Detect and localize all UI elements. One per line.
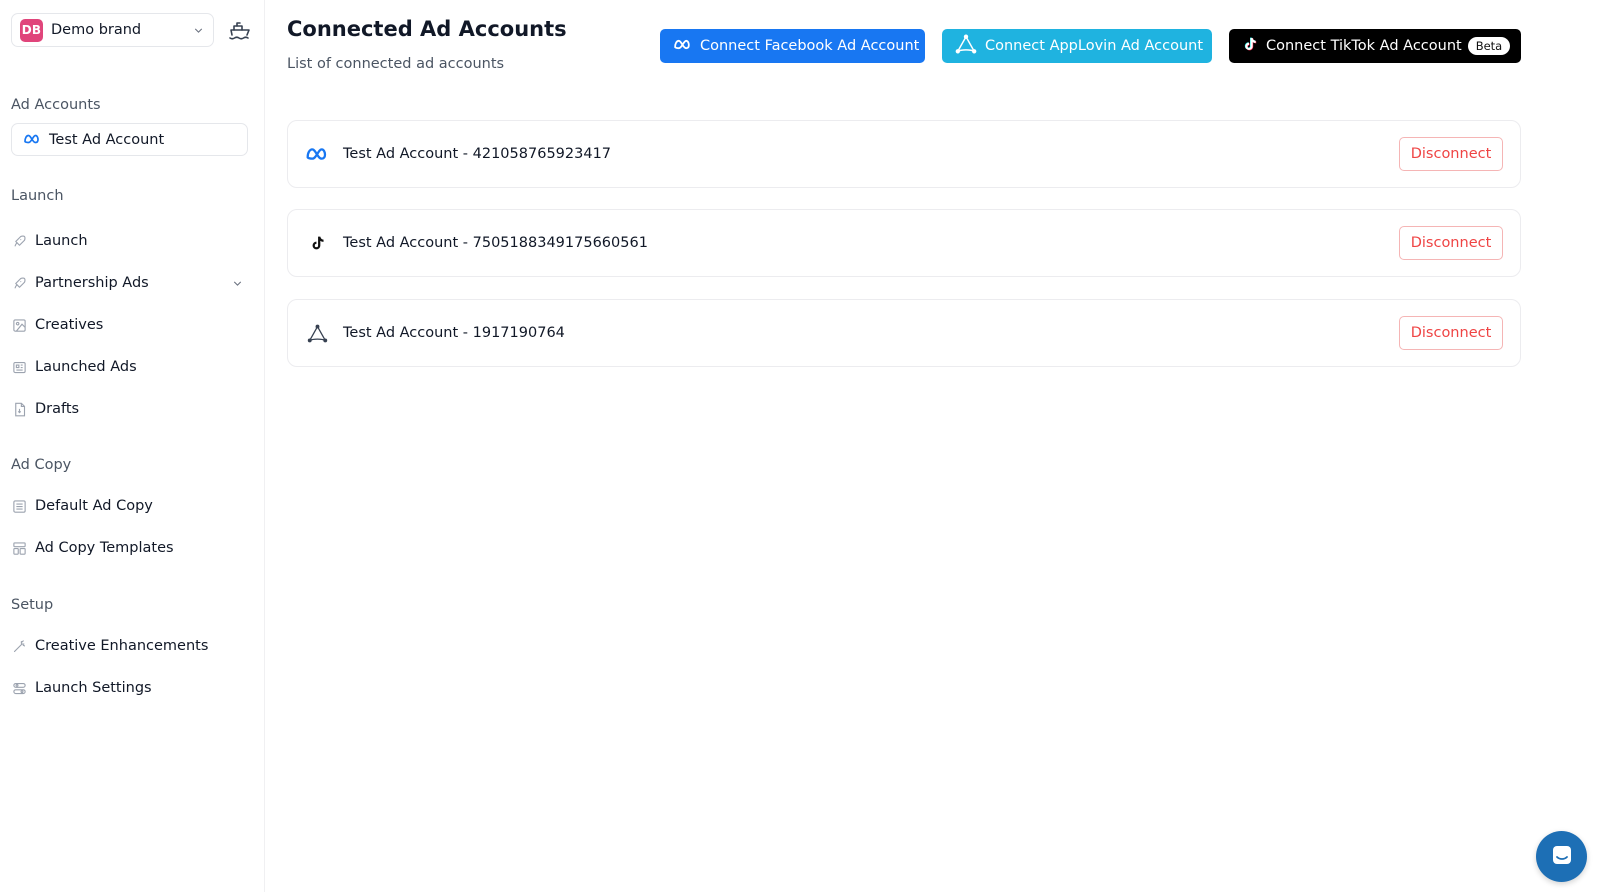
account-name: Test Ad Account - 421058765923417 bbox=[343, 146, 612, 162]
sidebar-item-label: Launch bbox=[35, 233, 88, 249]
sidebar-item-label: Launched Ads bbox=[35, 359, 137, 375]
connect-tiktok-button[interactable]: Connect TikTok Ad Account Beta bbox=[1229, 29, 1521, 63]
section-label-launch: Launch bbox=[11, 188, 64, 204]
sidebar-item-label: Creatives bbox=[35, 317, 104, 333]
applovin-icon bbox=[955, 34, 977, 58]
connect-facebook-button[interactable]: Connect Facebook Ad Account bbox=[660, 29, 925, 63]
connect-applovin-button[interactable]: Connect AppLovin Ad Account bbox=[942, 29, 1212, 63]
image-icon bbox=[11, 317, 27, 333]
disconnect-button[interactable]: Disconnect bbox=[1399, 226, 1503, 260]
chevron-down-icon[interactable] bbox=[230, 276, 244, 290]
sidebar-item-launch-settings[interactable]: Launch Settings bbox=[11, 672, 248, 704]
sidebar-item-label: Default Ad Copy bbox=[35, 498, 153, 514]
sidebar-item-label: Ad Copy Templates bbox=[35, 540, 174, 556]
sidebar-item-label: Creative Enhancements bbox=[35, 638, 209, 654]
brand-avatar: DB bbox=[20, 18, 43, 42]
section-label-ad-copy: Ad Copy bbox=[11, 457, 72, 473]
brand-name: Demo brand bbox=[51, 22, 142, 38]
sidebar-item-ad-copy-templates[interactable]: Ad Copy Templates bbox=[11, 532, 248, 564]
sidebar-item-launch[interactable]: Launch bbox=[11, 225, 248, 257]
settings-toggle-icon bbox=[11, 680, 27, 696]
sidebar-item-active-ad-account[interactable]: Test Ad Account bbox=[11, 123, 248, 156]
chevron-down-icon bbox=[191, 23, 205, 37]
sidebar-item-creative-enhancements[interactable]: Creative Enhancements bbox=[11, 630, 248, 662]
ship-icon[interactable] bbox=[227, 17, 253, 43]
layout-icon bbox=[11, 540, 27, 556]
chat-launcher-button[interactable] bbox=[1536, 831, 1587, 882]
account-name: Test Ad Account - 7505188349175660561 bbox=[343, 235, 648, 251]
button-label: Connect AppLovin Ad Account bbox=[985, 38, 1204, 54]
page-subtitle: List of connected ad accounts bbox=[287, 56, 505, 72]
sidebar: DB Demo brand Ad Accounts Test Ad Accoun… bbox=[0, 0, 265, 892]
list-icon bbox=[11, 498, 27, 514]
page-title: Connected Ad Accounts bbox=[287, 17, 567, 41]
disconnect-button[interactable]: Disconnect bbox=[1399, 137, 1503, 171]
disconnect-button[interactable]: Disconnect bbox=[1399, 316, 1503, 350]
section-label-ad-accounts: Ad Accounts bbox=[11, 97, 101, 113]
applovin-icon bbox=[305, 321, 329, 345]
brand-row: DB Demo brand bbox=[11, 13, 254, 47]
sidebar-item-partnership-ads[interactable]: Partnership Ads bbox=[11, 267, 248, 299]
rocket-icon bbox=[11, 275, 27, 291]
brand-selector[interactable]: DB Demo brand bbox=[11, 13, 214, 47]
sidebar-item-default-ad-copy[interactable]: Default Ad Copy bbox=[11, 490, 248, 522]
meta-icon bbox=[23, 130, 41, 149]
newspaper-icon bbox=[11, 359, 27, 375]
button-label: Connect Facebook Ad Account bbox=[700, 38, 920, 54]
button-label: Connect TikTok Ad Account bbox=[1266, 38, 1462, 54]
sidebar-item-label: Drafts bbox=[35, 401, 80, 417]
sidebar-item-label: Test Ad Account bbox=[49, 131, 165, 148]
beta-badge: Beta bbox=[1467, 37, 1511, 55]
meta-icon bbox=[305, 142, 329, 166]
section-label-setup: Setup bbox=[11, 597, 54, 613]
sidebar-item-drafts[interactable]: Drafts bbox=[11, 393, 248, 425]
account-card: Test Ad Account - 1917190764 Disconnect bbox=[287, 299, 1521, 367]
sidebar-item-label: Partnership Ads bbox=[35, 275, 149, 291]
account-card: Test Ad Account - 421058765923417 Discon… bbox=[287, 120, 1521, 188]
meta-icon bbox=[673, 38, 692, 55]
sidebar-item-launched-ads[interactable]: Launched Ads bbox=[11, 351, 248, 383]
sidebar-item-label: Launch Settings bbox=[35, 680, 152, 696]
rocket-icon bbox=[11, 233, 27, 249]
sidebar-item-creatives[interactable]: Creatives bbox=[11, 309, 248, 341]
tiktok-icon bbox=[1242, 35, 1258, 57]
chat-icon bbox=[1550, 843, 1574, 871]
tiktok-icon bbox=[305, 231, 329, 255]
account-name: Test Ad Account - 1917190764 bbox=[343, 325, 565, 341]
file-icon bbox=[11, 401, 27, 417]
wand-icon bbox=[11, 638, 27, 654]
account-card: Test Ad Account - 7505188349175660561 Di… bbox=[287, 209, 1521, 277]
